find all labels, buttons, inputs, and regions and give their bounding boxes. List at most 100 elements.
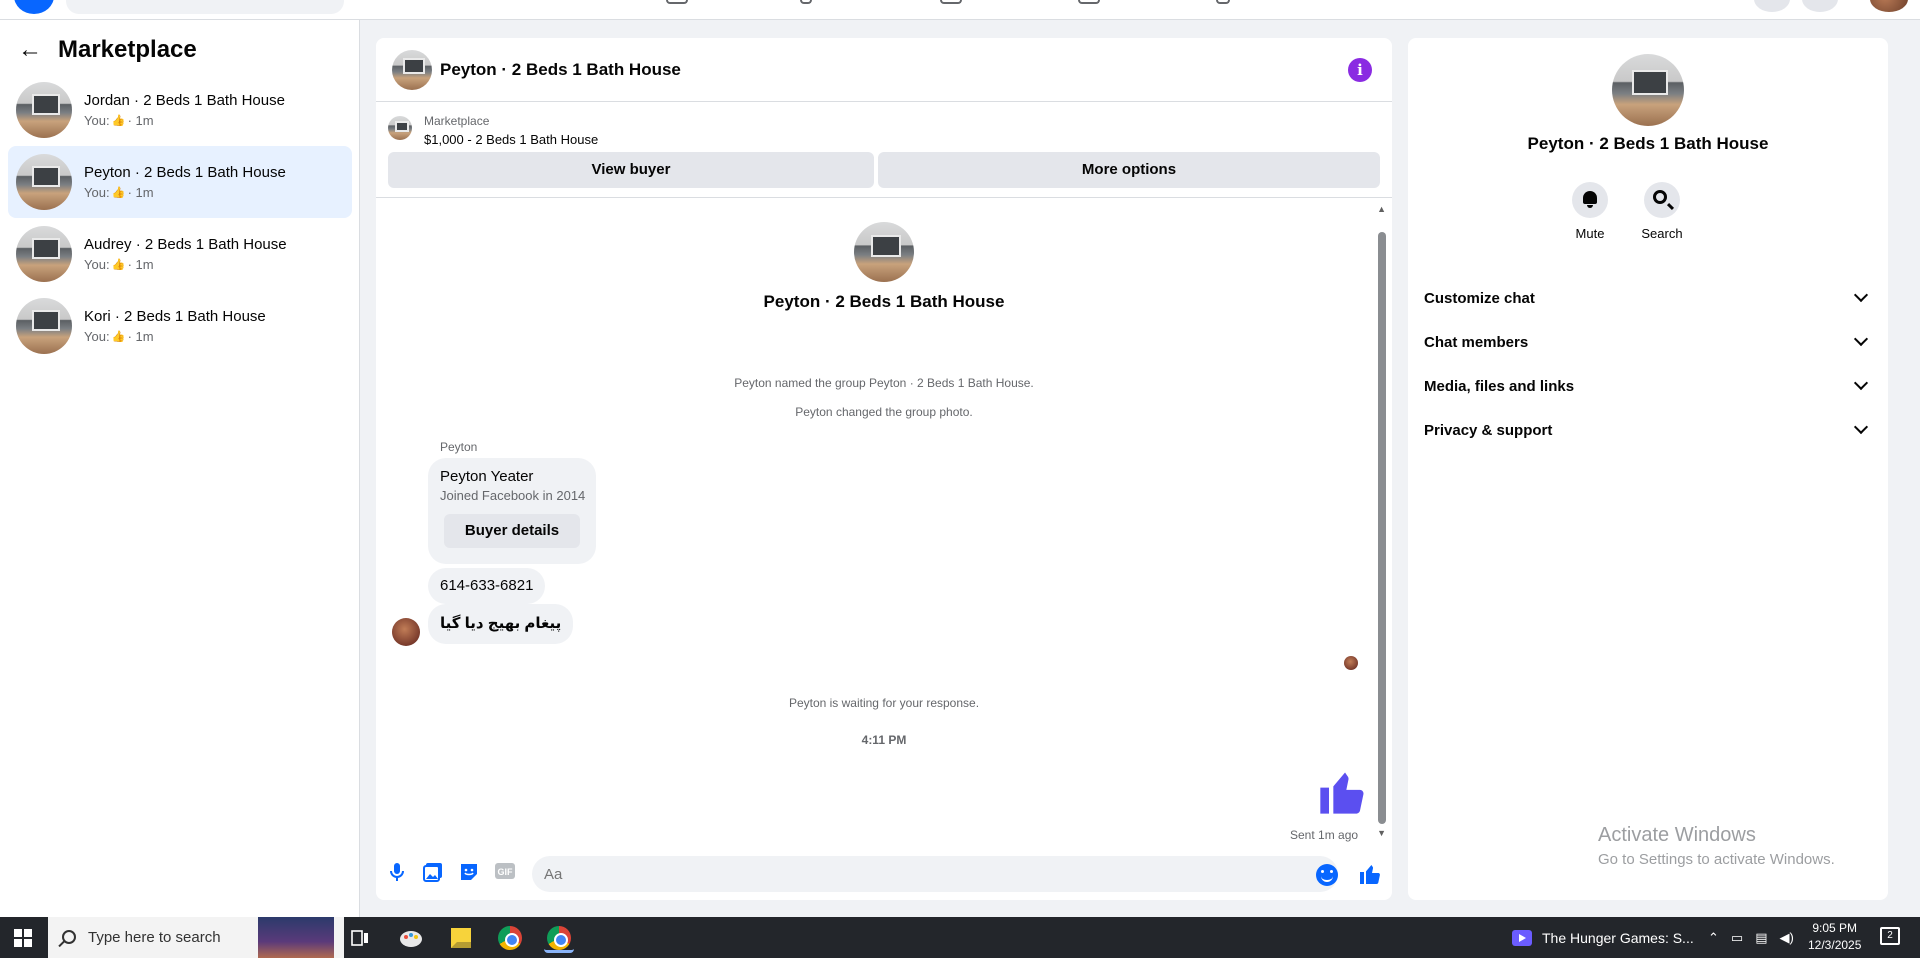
thumbs-up-icon: 👍 (111, 258, 126, 271)
watermark-title: Activate Windows (1598, 824, 1756, 846)
buyer-details-button[interactable]: Buyer details (444, 514, 580, 548)
account-avatar[interactable] (1870, 0, 1908, 12)
preview-prefix: You: (84, 113, 110, 128)
marketplace-label: Marketplace (424, 114, 490, 128)
conversation-sidebar: ← Marketplace Jordan · 2 Beds 1 Bath Hou… (0, 20, 360, 917)
message-bubble-urdu[interactable]: پیغام بھیج دیا گیا (428, 604, 574, 644)
taskbar-clock[interactable]: 9:05 PM 12/3/2025 (1808, 920, 1861, 954)
media-widget[interactable]: The Hunger Games: S... (1512, 917, 1694, 958)
windows-start-icon[interactable] (14, 929, 32, 947)
sticker-icon[interactable] (458, 862, 480, 884)
groups-nav-icon[interactable] (1078, 0, 1100, 4)
sender-avatar[interactable] (392, 618, 420, 646)
sticky-notes-icon[interactable] (446, 923, 476, 953)
meet-now-icon[interactable]: ▭ (1731, 930, 1743, 946)
chevron-down-icon (1853, 287, 1869, 303)
thumbs-up-send-icon[interactable] (1358, 862, 1382, 886)
activate-windows-watermark: Activate Windows Go to Settings to activ… (1598, 824, 1835, 868)
scroll-up-arrow-icon[interactable]: ▲ (1377, 204, 1386, 214)
media-files-links-row[interactable]: Media, files and links (1424, 366, 1872, 406)
info-icon[interactable]: i (1348, 58, 1372, 82)
top-navigation-bar (0, 0, 1920, 20)
video-nav-icon[interactable] (800, 0, 812, 4)
mute-label: Mute (1575, 226, 1605, 241)
search-highlight-image[interactable] (258, 917, 334, 958)
search-icon (1653, 190, 1667, 204)
chrome-icon[interactable] (495, 923, 525, 953)
listing-thumbnail[interactable] (388, 116, 412, 140)
microphone-icon[interactable] (386, 862, 408, 884)
customize-chat-row[interactable]: Customize chat (1424, 278, 1872, 318)
back-arrow-icon[interactable]: ← (18, 38, 42, 62)
sender-name: Peyton (440, 440, 478, 454)
volume-icon[interactable]: ◀) (1780, 930, 1794, 946)
chat-members-row[interactable]: Chat members (1424, 322, 1872, 362)
task-view-icon[interactable] (345, 923, 375, 953)
view-buyer-button[interactable]: View buyer (388, 152, 874, 188)
facebook-search-input[interactable] (66, 0, 344, 14)
conversation-preview: You: 👍 · 1m (84, 257, 287, 272)
search-circle (1644, 182, 1680, 218)
more-options-button[interactable]: More options (878, 152, 1380, 188)
chevron-up-icon[interactable]: ⌃ (1708, 930, 1719, 946)
clock-time: 9:05 PM (1812, 921, 1858, 935)
network-icon[interactable]: ▤ (1755, 930, 1767, 946)
chat-details-panel: Peyton · 2 Beds 1 Bath House Mute Search… (1408, 38, 1888, 900)
buyer-joined: Joined Facebook in 2014 (440, 488, 586, 503)
conversation-name: Jordan · 2 Beds 1 Bath House (84, 92, 285, 109)
conversation-item-audrey[interactable]: Audrey · 2 Beds 1 Bath House You: 👍 · 1m (8, 218, 352, 290)
clock-date: 12/3/2025 (1808, 938, 1862, 952)
gif-icon[interactable]: GIF (494, 862, 516, 884)
thumbs-up-icon: 👍 (111, 186, 126, 199)
message-bubble-phone[interactable]: 614-633-6821 (428, 568, 546, 604)
conversation-name: Peyton · 2 Beds 1 Bath House (84, 164, 286, 181)
watermark-subtitle: Go to Settings to activate Windows. (1598, 851, 1835, 868)
chat-panel: Peyton · 2 Beds 1 Bath House i Marketpla… (376, 38, 1392, 900)
thumbs-up-icon: 👍 (111, 114, 126, 127)
facebook-logo-icon[interactable] (14, 0, 54, 14)
listing-title[interactable]: $1,000 - 2 Beds 1 Bath House (424, 132, 598, 147)
mute-circle (1572, 182, 1608, 218)
notifications-icon[interactable] (1802, 0, 1838, 12)
conversation-item-jordan[interactable]: Jordan · 2 Beds 1 Bath House You: 👍 · 1m (8, 74, 352, 146)
chrome-active-icon[interactable] (544, 923, 574, 953)
group-photo[interactable] (1612, 54, 1684, 126)
search-icon (62, 930, 76, 944)
conversation-item-peyton[interactable]: Peyton · 2 Beds 1 Bath House You: 👍 · 1m (8, 146, 352, 218)
conversation-intro: Peyton · 2 Beds 1 Bath House (376, 222, 1392, 312)
conversation-preview: You: 👍 · 1m (84, 113, 285, 128)
sidebar-title: Marketplace (58, 36, 197, 63)
sent-status: Sent 1m ago (1290, 828, 1359, 842)
home-nav-icon[interactable] (666, 0, 688, 4)
conversation-name: Kori · 2 Beds 1 Bath House (84, 308, 266, 325)
paint-app-icon[interactable] (396, 923, 426, 953)
notification-center-icon[interactable]: 2 (1880, 927, 1900, 945)
mute-button[interactable]: Mute (1554, 182, 1626, 241)
chat-title[interactable]: Peyton · 2 Beds 1 Bath House (440, 60, 681, 80)
message-input[interactable] (532, 856, 1338, 892)
conversation-item-kori[interactable]: Kori · 2 Beds 1 Bath House You: 👍 · 1m (8, 290, 352, 362)
group-photo (854, 222, 914, 282)
thumbs-up-icon: 👍 (111, 330, 126, 343)
emoji-icon[interactable] (1316, 864, 1338, 886)
chevron-down-icon (1853, 331, 1869, 347)
section-label: Chat members (1424, 333, 1529, 351)
preview-time: · 1m (127, 185, 154, 200)
media-title: The Hunger Games: S... (1542, 929, 1694, 946)
scroll-down-arrow-icon[interactable]: ▼ (1377, 828, 1386, 838)
large-thumbs-up-icon[interactable] (1316, 766, 1368, 818)
marketplace-nav-icon[interactable] (940, 0, 962, 4)
privacy-support-row[interactable]: Privacy & support (1424, 410, 1872, 450)
system-message: Peyton named the group Peyton · 2 Beds 1… (734, 376, 1034, 390)
bell-icon (1583, 191, 1597, 208)
photo-attach-icon[interactable] (422, 862, 444, 884)
chat-avatar[interactable] (392, 49, 432, 90)
conversation-title: Peyton · 2 Beds 1 Bath House (763, 292, 1005, 311)
menu-grid-icon[interactable] (1754, 0, 1790, 12)
search-button[interactable]: Search (1626, 182, 1698, 241)
conversation-preview: You: 👍 · 1m (84, 185, 286, 200)
listing-thumbnail (16, 154, 72, 210)
taskbar-search-placeholder: Type here to search (88, 929, 221, 946)
preview-prefix: You: (84, 329, 110, 344)
gaming-nav-icon[interactable] (1216, 0, 1230, 4)
